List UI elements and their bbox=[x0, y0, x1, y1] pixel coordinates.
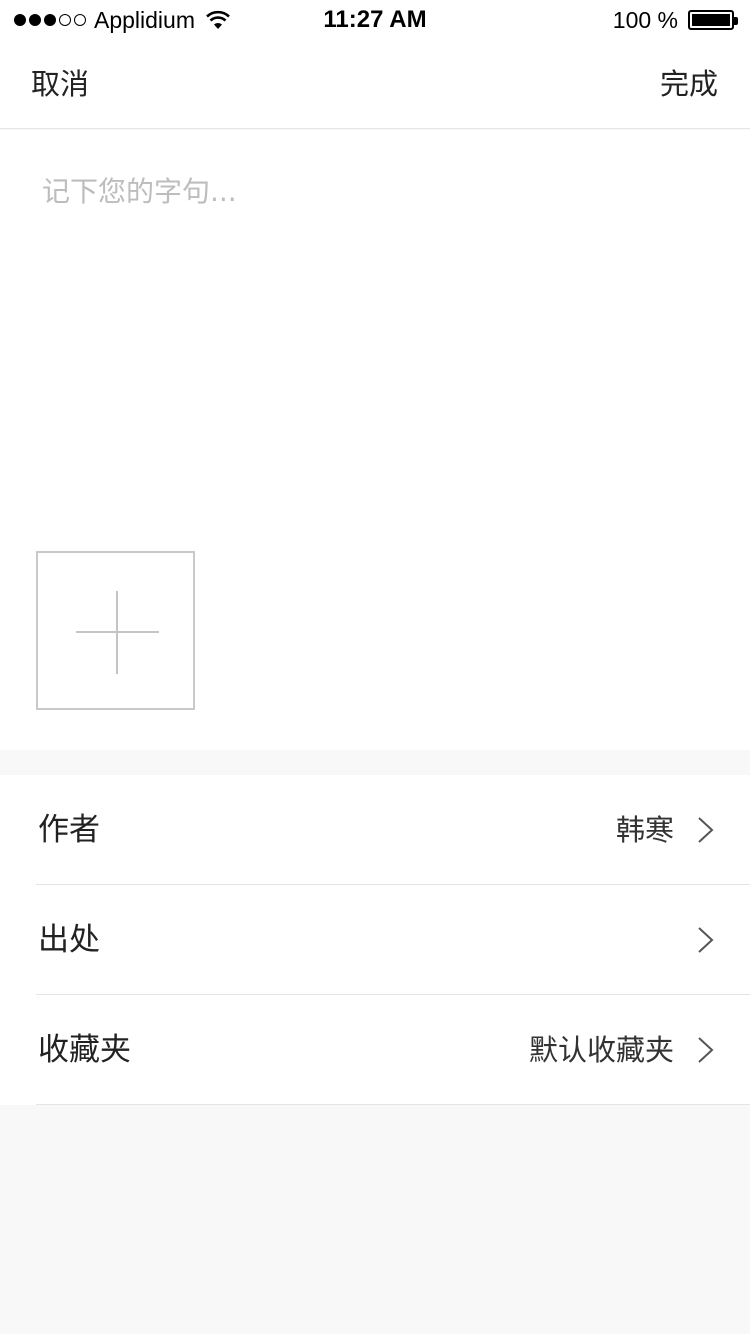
row-author[interactable]: 作者 韩寒 bbox=[0, 775, 750, 885]
editor-area bbox=[0, 130, 750, 750]
chevron-right-icon bbox=[698, 927, 714, 953]
done-button[interactable]: 完成 bbox=[660, 40, 718, 129]
row-collection[interactable]: 收藏夹 默认收藏夹 bbox=[0, 995, 750, 1105]
divider bbox=[36, 1104, 750, 1105]
nav-bar: 取消 完成 bbox=[0, 40, 750, 129]
row-value: 韩寒 bbox=[615, 813, 674, 847]
row-label: 作者 bbox=[38, 812, 100, 848]
chevron-right-icon bbox=[698, 817, 714, 843]
battery-percent: 100 % bbox=[612, 6, 678, 33]
status-bar: Applidium 11:27 AM 100 % bbox=[0, 0, 750, 40]
cancel-button[interactable]: 取消 bbox=[31, 40, 89, 129]
status-right: 100 % bbox=[612, 4, 738, 36]
row-label: 收藏夹 bbox=[38, 1032, 131, 1068]
add-photo-button[interactable] bbox=[36, 551, 195, 710]
row-label: 出处 bbox=[38, 922, 100, 958]
quote-text-input[interactable] bbox=[42, 170, 712, 530]
chevron-right-icon bbox=[698, 1037, 714, 1063]
row-source[interactable]: 出处 bbox=[0, 885, 750, 995]
details-list: 作者 韩寒 出处 收藏夹 默认收藏夹 bbox=[0, 775, 750, 1105]
row-value: 默认收藏夹 bbox=[528, 1033, 674, 1067]
battery-icon bbox=[688, 10, 738, 30]
